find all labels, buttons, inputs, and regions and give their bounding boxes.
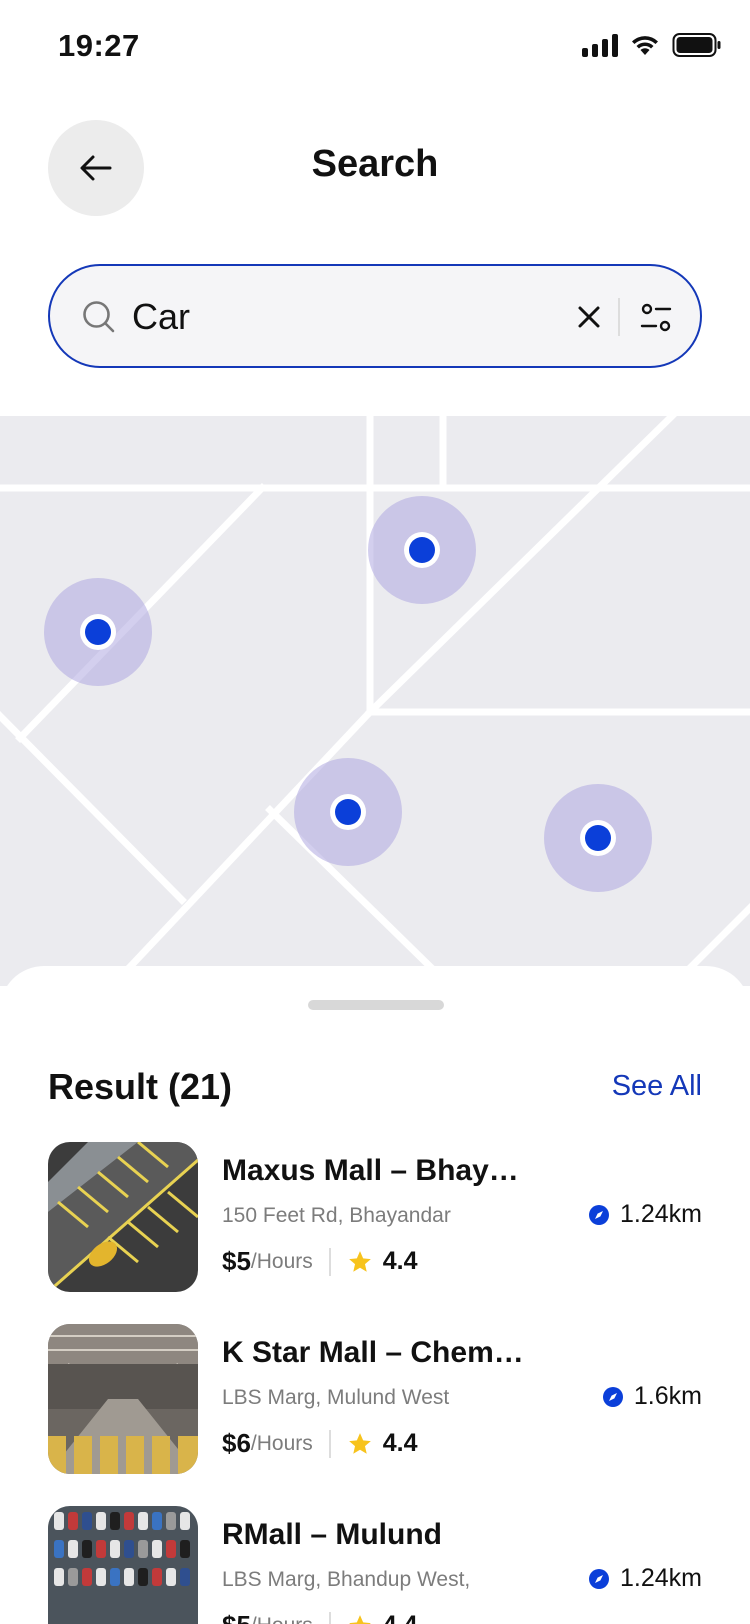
- map-pin[interactable]: [44, 578, 152, 686]
- list-item[interactable]: K Star Mall – Chembur LBS Marg, Mulund W…: [48, 1324, 702, 1476]
- rating: 4.4: [383, 1611, 418, 1624]
- map-pin[interactable]: [544, 784, 652, 892]
- parking-name: K Star Mall – Chembur: [222, 1336, 532, 1369]
- rating: 4.4: [382, 1429, 418, 1457]
- status-time: 19:27: [58, 28, 140, 63]
- result-count-title: Result (21): [48, 1066, 233, 1107]
- search-bar[interactable]: [48, 264, 702, 368]
- wifi-icon: [632, 36, 658, 55]
- distance: 1.6km: [602, 1382, 702, 1411]
- status-bar: 19:27: [0, 0, 750, 96]
- divider: [328, 1429, 331, 1458]
- cellular-signal-icon: [582, 33, 618, 57]
- distance: 1.24km: [588, 1200, 702, 1229]
- clear-icon[interactable]: [574, 302, 604, 332]
- parking-address: LBS Marg, Mulund West: [222, 1386, 450, 1409]
- parking-address: 150 Feet Rd, Bhayandar: [222, 1204, 451, 1227]
- battery-icon: [672, 33, 721, 57]
- price-unit: /Hours: [250, 1249, 313, 1273]
- map-pin[interactable]: [368, 496, 476, 604]
- divider: [328, 1611, 331, 1624]
- list-item[interactable]: Maxus Mall – Bhayandar 150 Feet Rd, Bhay…: [48, 1142, 702, 1294]
- results-sheet: Result (21) See All Maxus Mall – Bhayan …: [0, 966, 750, 1624]
- status-icons: [582, 32, 722, 58]
- page-title: Search: [311, 143, 439, 185]
- price-unit: /Hours: [250, 1431, 313, 1455]
- parking-name: RMall – Mulund: [222, 1518, 442, 1551]
- star-icon: [348, 1614, 371, 1624]
- compass-icon: [602, 1386, 623, 1407]
- map-roads: [0, 416, 750, 986]
- divider: [328, 1247, 331, 1276]
- map-pin[interactable]: [294, 758, 402, 866]
- filter-icon[interactable]: [638, 300, 674, 336]
- price-row: $6 /Hours 4.4: [222, 1428, 418, 1459]
- compass-icon: [589, 1204, 610, 1225]
- compass-icon: [589, 1568, 610, 1589]
- star-icon: [348, 1432, 371, 1454]
- search-divider: [618, 298, 620, 336]
- price: $5: [222, 1610, 251, 1624]
- price-row: $5 /Hours 4.4: [222, 1610, 418, 1624]
- distance: 1.24km: [588, 1564, 702, 1593]
- search-input[interactable]: [132, 292, 552, 342]
- parking-address: LBS Marg, Bhandup West,: [222, 1568, 471, 1591]
- price-unit: /Hours: [251, 1614, 313, 1624]
- parking-thumbnail: [48, 1324, 198, 1474]
- parking-thumbnail: [48, 1142, 198, 1292]
- price-row: $5 /Hours 4.4: [222, 1246, 418, 1277]
- list-item[interactable]: RMall – Mulund LBS Marg, Bhandup West, $…: [48, 1506, 702, 1624]
- see-all-link[interactable]: See All: [612, 1070, 702, 1103]
- distance-value: 1.6km: [633, 1382, 702, 1410]
- distance-value: 1.24km: [620, 1564, 702, 1592]
- rating: 4.4: [382, 1247, 418, 1275]
- sheet-drag-handle[interactable]: [308, 1000, 444, 1010]
- price: $6: [222, 1428, 251, 1458]
- star-icon: [348, 1250, 371, 1272]
- price: $5: [222, 1246, 251, 1276]
- search-icon: [83, 301, 115, 333]
- parking-name: Maxus Mall – Bhayandar: [222, 1154, 532, 1187]
- map-view[interactable]: [0, 416, 750, 986]
- parking-thumbnail: [48, 1506, 198, 1624]
- distance-value: 1.24km: [620, 1200, 702, 1228]
